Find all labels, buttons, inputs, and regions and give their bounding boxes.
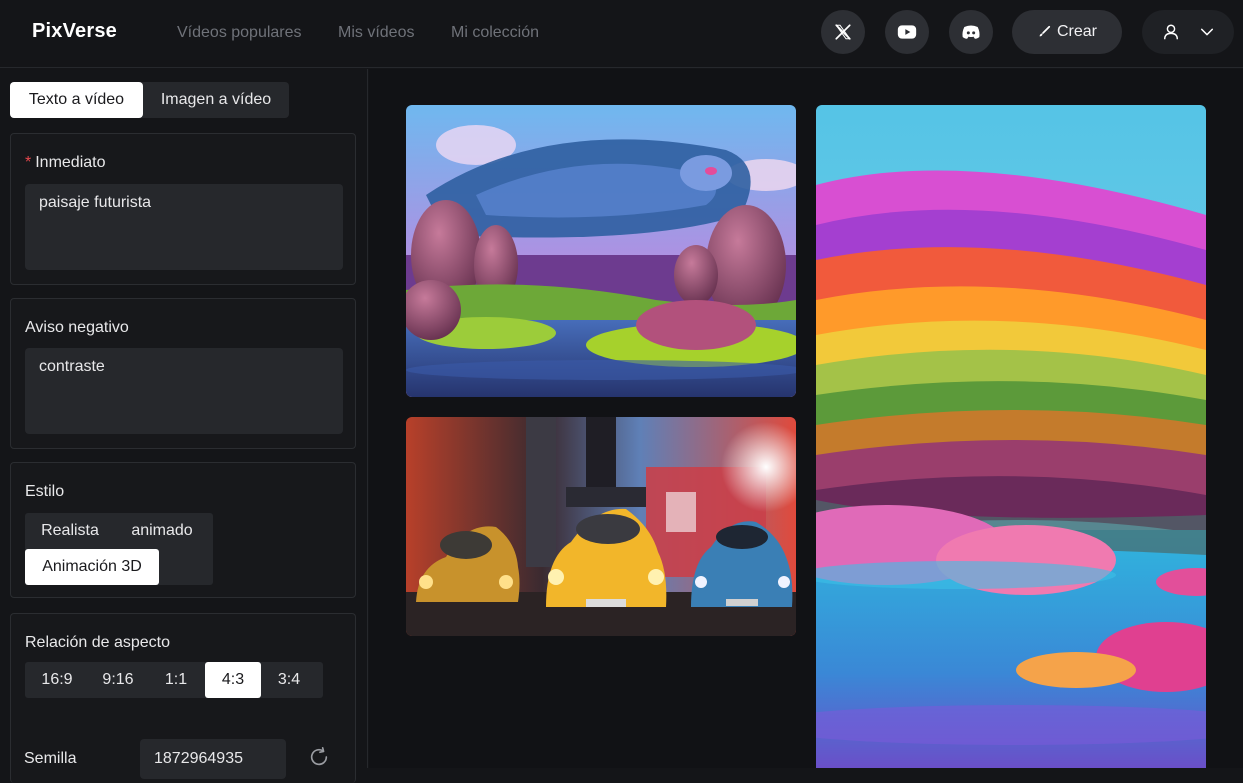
gallery-video-whale-landscape[interactable] (406, 105, 796, 397)
required-mark: * (25, 154, 32, 171)
x-button[interactable] (821, 10, 865, 54)
video-gallery (369, 69, 1243, 768)
vintage-cars-thumbnail (406, 417, 796, 636)
aspect-9-16[interactable]: 9:16 (89, 662, 147, 698)
refresh-icon[interactable] (308, 746, 330, 768)
style-option-3d-animation[interactable]: Animación 3D (25, 549, 159, 585)
prompt-input[interactable] (25, 184, 343, 270)
youtube-icon (897, 25, 917, 39)
aspect-ratio-options: 16:9 9:16 1:1 4:3 3:4 (25, 662, 323, 698)
prompt-card: * Inmediato (10, 133, 356, 285)
pixverse-logo[interactable]: PixVerse (32, 20, 117, 43)
tab-image-to-video[interactable]: Imagen a vídeo (143, 82, 289, 118)
mode-tabs: Texto a vídeo Imagen a vídeo (10, 82, 289, 118)
whale-landscape-thumbnail (406, 105, 796, 397)
style-label: Estilo (25, 483, 65, 500)
generation-sidebar: Texto a vídeo Imagen a vídeo * Inmediato … (0, 69, 368, 783)
negative-prompt-input[interactable] (25, 348, 343, 434)
x-icon (835, 24, 851, 40)
style-options: Realista animado Animación 3D (25, 513, 213, 585)
style-card: Estilo Realista animado Animación 3D (10, 462, 356, 598)
aspect-16-9[interactable]: 16:9 (25, 662, 89, 698)
chevron-down-icon (1200, 28, 1214, 36)
discord-icon (962, 25, 980, 39)
seed-input[interactable] (140, 739, 286, 779)
prompt-label-text: Inmediato (35, 154, 106, 171)
style-option-realistic[interactable]: Realista (25, 513, 115, 549)
rainbow-landscape-thumbnail (816, 105, 1206, 768)
top-header: PixVerse Vídeos populares Mis vídeos Mi … (0, 0, 1243, 68)
nav-my-videos[interactable]: Mis vídeos (338, 24, 414, 42)
gallery-video-vintage-cars[interactable] (406, 417, 796, 636)
user-menu-button[interactable] (1142, 10, 1234, 54)
youtube-button[interactable] (885, 10, 929, 54)
brush-icon (1039, 25, 1051, 37)
discord-button[interactable] (949, 10, 993, 54)
negative-prompt-card: Aviso negativo (10, 298, 356, 449)
aspect-ratio-label: Relación de aspecto (25, 634, 170, 651)
tab-text-to-video[interactable]: Texto a vídeo (10, 82, 143, 118)
prompt-label: * Inmediato (25, 154, 106, 172)
aspect-1-1[interactable]: 1:1 (147, 662, 205, 698)
aspect-3-4[interactable]: 3:4 (261, 662, 317, 698)
nav-my-collection[interactable]: Mi colección (451, 24, 539, 42)
create-label: Crear (1056, 23, 1097, 40)
seed-label: Semilla (24, 750, 77, 767)
nav-popular-videos[interactable]: Vídeos populares (177, 24, 302, 42)
gallery-video-rainbow-landscape[interactable] (816, 105, 1206, 768)
negative-prompt-label: Aviso negativo (25, 319, 129, 336)
create-button[interactable]: Crear (1012, 10, 1122, 54)
aspect-4-3[interactable]: 4:3 (205, 662, 261, 698)
user-icon (1163, 24, 1179, 40)
style-option-animated[interactable]: animado (115, 513, 209, 549)
